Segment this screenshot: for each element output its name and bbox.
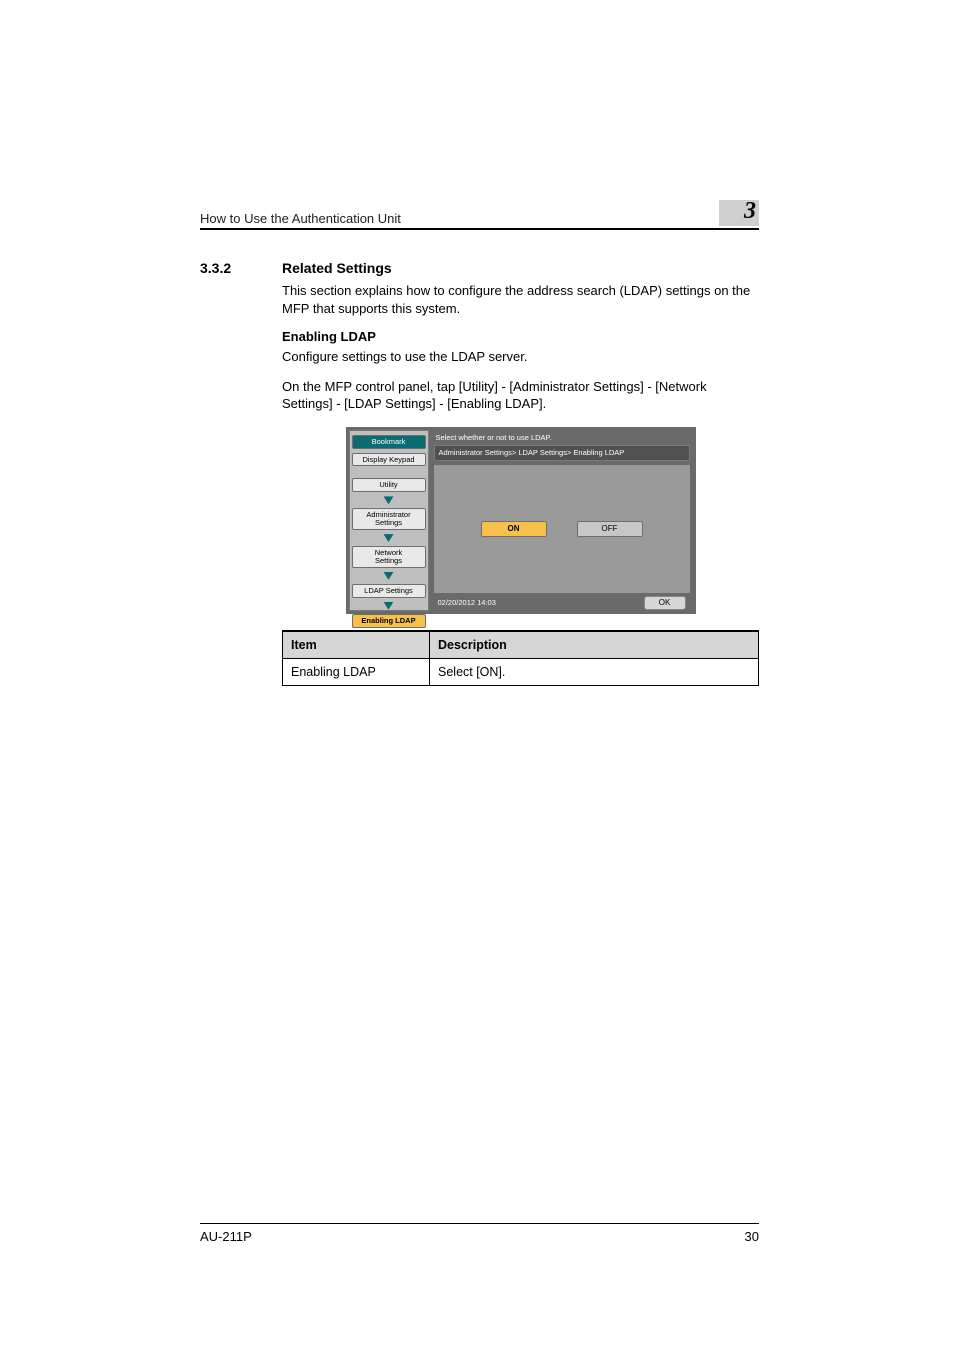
option-off-button[interactable]: OFF bbox=[577, 521, 643, 537]
table-row: Enabling LDAP Select [ON]. bbox=[283, 658, 759, 685]
panel-instruction-text: Select whether or not to use LDAP. bbox=[434, 431, 690, 445]
sidebar-item-admin-settings[interactable]: Administrator Settings bbox=[352, 508, 426, 530]
sidebar-item-bookmark[interactable]: Bookmark bbox=[352, 435, 426, 449]
panel-timestamp: 02/20/2012 14:03 bbox=[438, 598, 644, 607]
sidebar-item-ldap-settings[interactable]: LDAP Settings bbox=[352, 584, 426, 598]
ok-button[interactable]: OK bbox=[644, 596, 686, 610]
sidebar-item-utility[interactable]: Utility bbox=[352, 478, 426, 492]
footer-rule bbox=[200, 1223, 759, 1224]
section-intro: This section explains how to configure t… bbox=[282, 282, 759, 317]
settings-description-table: Item Description Enabling LDAP Select [O… bbox=[282, 630, 759, 686]
table-cell-item: Enabling LDAP bbox=[283, 658, 430, 685]
panel-option-area: ON OFF bbox=[434, 465, 690, 593]
sidebar-item-enabling-ldap[interactable]: Enabling LDAP bbox=[352, 614, 426, 628]
chevron-down-icon bbox=[384, 496, 394, 504]
chapter-badge: 3 bbox=[719, 200, 759, 226]
chevron-down-icon bbox=[384, 602, 394, 610]
table-header-description: Description bbox=[430, 631, 759, 659]
panel-breadcrumb-sidebar: Bookmark Display Keypad Utility Administ… bbox=[349, 430, 429, 611]
section-title: Related Settings bbox=[282, 260, 392, 276]
table-cell-description: Select [ON]. bbox=[430, 658, 759, 685]
header-underline bbox=[200, 228, 759, 230]
chevron-down-icon bbox=[384, 572, 394, 580]
panel-breadcrumb-path: Administrator Settings> LDAP Settings> E… bbox=[434, 445, 690, 461]
table-header-item: Item bbox=[283, 631, 430, 659]
sidebar-item-network-settings[interactable]: Network Settings bbox=[352, 546, 426, 568]
embedded-panel-screenshot: Bookmark Display Keypad Utility Administ… bbox=[346, 427, 696, 614]
footer-page-number: 30 bbox=[745, 1229, 759, 1244]
sidebar-item-display-keypad[interactable]: Display Keypad bbox=[352, 453, 426, 467]
chapter-number: 3 bbox=[744, 198, 759, 224]
running-title: How to Use the Authentication Unit bbox=[200, 211, 401, 226]
subheading-enabling-ldap: Enabling LDAP bbox=[282, 329, 759, 344]
chevron-down-icon bbox=[384, 534, 394, 542]
footer-model: AU-211P bbox=[200, 1229, 252, 1244]
subsection-para-2: On the MFP control panel, tap [Utility] … bbox=[282, 378, 759, 413]
section-number: 3.3.2 bbox=[200, 260, 282, 276]
option-on-button[interactable]: ON bbox=[481, 521, 547, 537]
subsection-para-1: Configure settings to use the LDAP serve… bbox=[282, 348, 759, 366]
